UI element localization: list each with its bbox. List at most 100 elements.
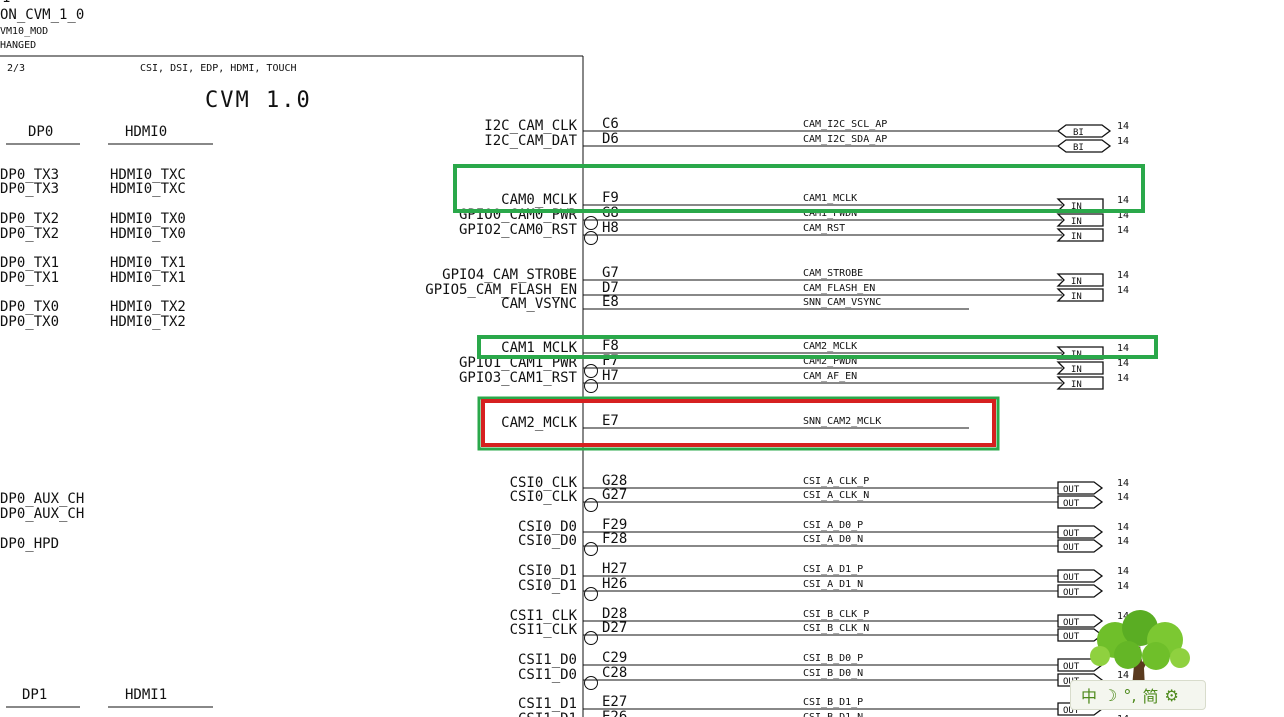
port-direction-label: OUT — [1063, 588, 1080, 598]
port-direction-label: OUT — [1063, 529, 1080, 539]
pin-number: F9 — [602, 190, 619, 206]
port-direction-label: OUT — [1063, 543, 1080, 553]
inverter-bubble — [584, 379, 598, 393]
inverter-bubble — [584, 631, 598, 645]
net-label: CSI_A_D0_P — [803, 520, 863, 531]
pin-row: CSI0_D1 H26 CSI_A_D1_N OUT 14 — [518, 576, 1129, 601]
port-sheet-reference: 14 — [1117, 136, 1129, 147]
left-dp-signal: DP0_TX3 — [0, 181, 59, 197]
pin-name-label: CSI0_D0 — [518, 533, 577, 549]
net-label: CAM1_MCLK — [803, 193, 857, 204]
net-label: CSI_B_D0_P — [803, 653, 863, 664]
net-label: CSI_B_CLK_P — [803, 609, 869, 620]
net-label: CSI_B_D1_P — [803, 697, 863, 708]
port-direction-label: IN — [1071, 232, 1082, 242]
left-aux-signal: DP0_HPD — [0, 536, 59, 552]
pin-number: E8 — [602, 294, 619, 310]
port-sheet-reference: 14 — [1117, 581, 1129, 592]
left-signal-list: DP0_TX3 HDMI0_TXCDP0_TX3 HDMI0_TXCDP0_TX2 H… — [0, 167, 186, 330]
inverter-bubble — [584, 364, 598, 378]
net-label: CSI_A_CLK_N — [803, 490, 869, 501]
ime-chinese-mode-button[interactable]: 中 — [1081, 683, 1097, 707]
left-aux-list: DP0_AUX_CHDP0_AUX_CH DP0_HPD — [0, 491, 84, 552]
port-direction-label: OUT — [1063, 485, 1080, 495]
pin-name-label: CSI0_D1 — [518, 578, 577, 594]
net-label: SNN_CAM_VSYNC — [803, 297, 881, 308]
pin-number: H8 — [602, 220, 619, 236]
left-aux-signal: DP0_AUX_CH — [0, 491, 84, 507]
sheet-number: 2/3 — [7, 63, 25, 74]
pin-name-label: CSI1_D1 — [518, 696, 577, 712]
pin-row: CAM_VSYNC E8 SNN_CAM_VSYNC — [501, 294, 969, 312]
gear-icon[interactable]: ⚙ — [1164, 686, 1178, 705]
ime-simplified-button[interactable]: 简 — [1142, 683, 1158, 707]
pin-number: E27 — [602, 694, 627, 710]
pin-number: G27 — [602, 487, 627, 503]
port-direction-label: IN — [1071, 277, 1082, 287]
ime-toolbar[interactable]: 中 ☽ °, 简 ⚙ — [1070, 680, 1206, 710]
port-direction-label: IN — [1071, 217, 1082, 227]
inverter-bubble — [584, 587, 598, 601]
port-direction-label: IN — [1071, 292, 1082, 302]
pin-name-label: GPIO4_CAM_STROBE — [442, 267, 577, 283]
moon-icon[interactable]: ☽ — [1103, 686, 1117, 705]
punctuation-icon[interactable]: °, — [1123, 686, 1136, 705]
net-label: CAM_STROBE — [803, 268, 863, 279]
inverter-bubble — [584, 231, 598, 245]
pin-rows: I2C_CAM_CLK C6 CAM_I2C_SCL_APBI14I2C_CAM_D… — [425, 116, 1129, 717]
net-label: CAM2_MCLK — [803, 341, 857, 352]
inverter-bubble — [584, 542, 598, 556]
net-label: CSI_A_D0_N — [803, 534, 863, 545]
pin-name-label: CAM0_MCLK — [501, 192, 577, 208]
port-sheet-reference: 14 — [1117, 492, 1129, 503]
pin-name-label: CSI1_D0 — [518, 667, 577, 683]
col-heading-hdmi1: HDMI1 — [125, 687, 167, 703]
pin-number: E26 — [602, 709, 627, 717]
net-label: CSI_A_D1_N — [803, 579, 863, 590]
offpage-port-connector — [1056, 139, 1112, 153]
inverter-bubble — [584, 498, 598, 512]
net-label: CAM_AF_EN — [803, 371, 857, 382]
pin-number: G7 — [602, 265, 619, 281]
left-hdmi-signal: HDMI0_TXC — [110, 181, 186, 197]
left-dp-signal: DP0_TX2 — [0, 211, 59, 227]
port-sheet-reference: 14 — [1117, 121, 1129, 132]
left-dp-signal: DP0_TX2 — [0, 226, 59, 242]
net-label: SNN_CAM2_MCLK — [803, 416, 881, 427]
pin-name-label: CAM_VSYNC — [501, 296, 577, 312]
header-line2: VM10_MOD — [0, 26, 48, 37]
inverter-bubble — [584, 216, 598, 230]
port-sheet-reference: 14 — [1117, 195, 1129, 206]
net-label: CSI_B_D0_N — [803, 668, 863, 679]
pin-name-label: CAM1_MCLK — [501, 340, 577, 356]
pin-name-label: CSI1_D0 — [518, 652, 577, 668]
pin-name-label: CAM2_MCLK — [501, 415, 577, 431]
left-dp-signal: DP0_TX0 — [0, 299, 59, 315]
left-hdmi-signal: HDMI0_TX0 — [110, 226, 186, 242]
pin-name-label: CSI1_CLK — [510, 622, 578, 638]
port-sheet-reference: 14 — [1117, 566, 1129, 577]
header-line0: 1 — [2, 0, 10, 6]
pin-name-label: I2C_CAM_CLK — [484, 118, 577, 134]
port-sheet-reference: 14 — [1117, 373, 1129, 384]
left-hdmi-signal: HDMI0_TX2 — [110, 314, 186, 330]
port-direction-label: IN — [1071, 365, 1082, 375]
inverter-bubble — [584, 676, 598, 690]
port-direction-label: BI — [1073, 143, 1084, 153]
pin-number: F8 — [602, 338, 619, 354]
offpage-port-connector — [1056, 124, 1112, 138]
pin-number: D27 — [602, 620, 627, 636]
net-label: CSI_A_CLK_P — [803, 476, 869, 487]
port-sheet-reference: 14 — [1117, 522, 1129, 533]
pin-row: CSI1_CLKD27CSI_B_CLK_NOUT14 — [510, 620, 1129, 645]
schematic-canvas: 1 ON_CVM_1_0 VM10_MOD HANGED 2/3 CSI, DS… — [0, 0, 1284, 717]
net-label: CAM_I2C_SCL_AP — [803, 119, 887, 130]
col-heading-dp1: DP1 — [22, 687, 47, 703]
net-label: CSI_B_CLK_N — [803, 623, 869, 634]
pin-row: CSI0_CLK G27 CSI_A_CLK_N OUT 14 — [510, 487, 1129, 512]
port-sheet-reference: 14 — [1117, 343, 1129, 354]
pin-number: C29 — [602, 650, 627, 666]
pin-row: CAM2_MCLK E7 SNN_CAM2_MCLK — [501, 413, 969, 431]
pin-number: C28 — [602, 665, 627, 681]
port-sheet-reference: 14 — [1117, 270, 1129, 281]
